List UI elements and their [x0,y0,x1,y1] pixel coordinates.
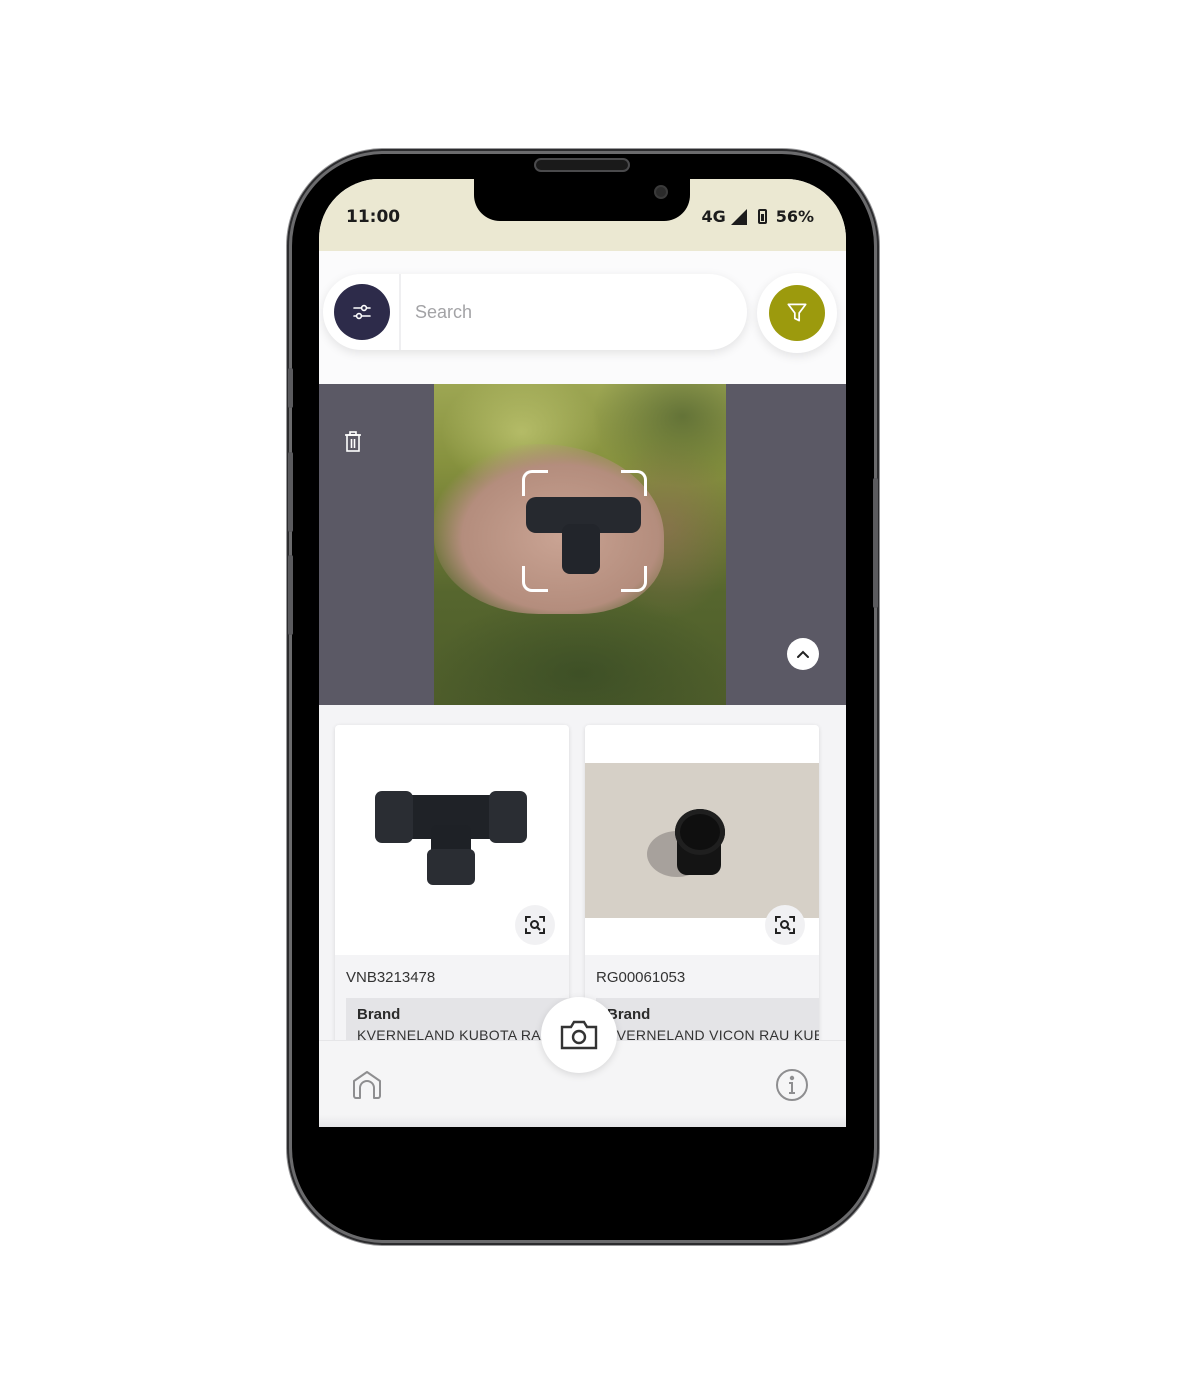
status-indicators: 4G 56% [701,207,814,226]
home-button[interactable] [349,1067,385,1103]
captured-photo [434,384,726,705]
part-number: RG00061053 [596,969,686,986]
brand-label: Brand [607,1006,651,1023]
result-card[interactable]: RG00061053 Brand KVERNELAND VICON RAU KU… [585,725,819,1055]
collapse-preview-button[interactable] [787,638,819,670]
scan-search-icon [775,916,795,934]
product-image [335,725,569,955]
results-list: VNB3213478 Brand KVERNELAND KUBOTA RAU R… [319,705,846,1055]
trash-icon [345,431,361,452]
app-screen: 11:00 4G 56% Search VNB3213478 Brand KVE… [319,179,846,1127]
sliders-icon [353,304,371,320]
funnel-icon [787,303,807,322]
search-toolbar [319,251,846,384]
brand-label: Brand [357,1006,401,1023]
phone-volume-up [288,452,293,532]
product-image [585,725,819,955]
image-search-button[interactable] [765,905,805,945]
scan-search-icon [525,916,545,934]
chevron-up-icon [797,650,809,658]
network-type: 4G [701,207,726,226]
battery-icon [757,209,767,224]
result-card[interactable]: VNB3213478 Brand KVERNELAND KUBOTA RAU [335,725,569,1055]
home-icon [353,1071,381,1099]
notch [474,179,690,221]
settings-button[interactable] [334,284,390,340]
search-bar [323,274,747,350]
battery-percent: 56% [775,207,814,226]
search-input[interactable] [415,292,735,332]
filter-button[interactable] [769,285,825,341]
status-bar: 11:00 4G 56% [319,179,846,251]
phone-chin [319,1127,846,1187]
signal-icon [730,208,747,225]
scan-frame [522,470,647,592]
image-search-button[interactable] [515,905,555,945]
phone-power-button [873,478,878,608]
part-number: VNB3213478 [346,969,436,986]
front-camera [654,185,668,199]
info-icon [776,1069,808,1101]
captured-photo-preview [319,384,846,705]
phone-volume-down [288,555,293,635]
filter-button-wrap [757,273,837,353]
phone-speaker [534,158,630,172]
delete-photo-button[interactable] [343,431,367,457]
camera-button[interactable] [541,997,617,1073]
phone-mute-switch [288,368,293,408]
status-time: 11:00 [346,207,401,227]
info-button[interactable] [774,1067,810,1103]
camera-icon [560,1020,598,1050]
search-divider [399,274,401,350]
